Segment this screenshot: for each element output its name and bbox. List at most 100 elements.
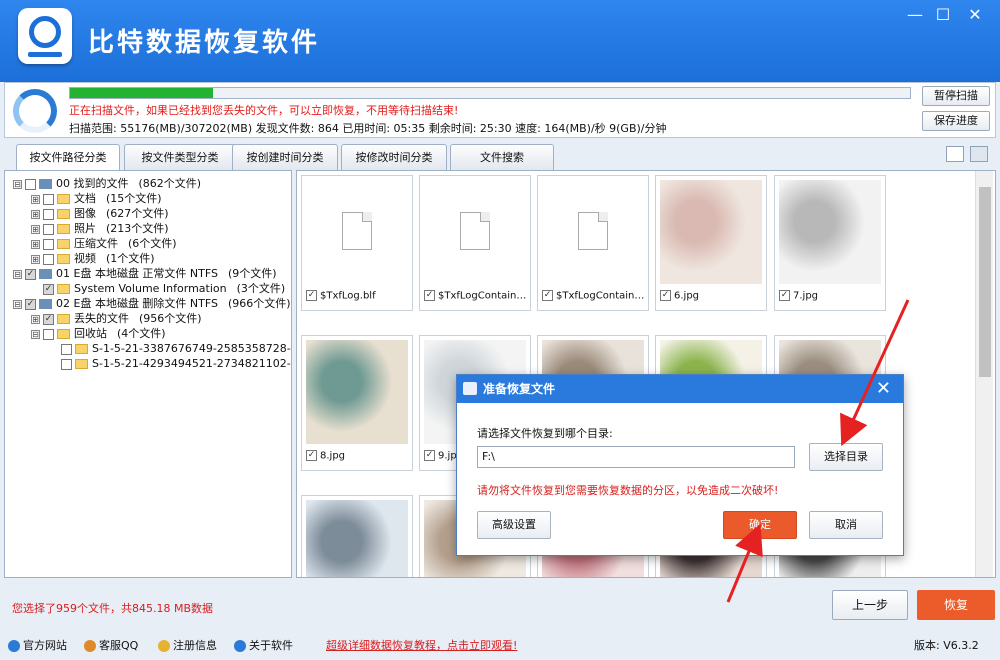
tree-item[interactable]: S-1-5-21-3387676749-2585358728-1696 xyxy=(49,341,291,356)
file-thumbnail[interactable] xyxy=(301,495,413,577)
grid-scroll-thumb[interactable] xyxy=(979,187,991,377)
tree-item[interactable]: ⊞ ✓ 丢失的文件 (956个文件) xyxy=(31,311,202,326)
footer-link-website[interactable]: 官方网站 xyxy=(8,637,67,653)
tree-item-label: S-1-5-21-3387676749-2585358728-1696 xyxy=(92,342,291,355)
tab-by-type[interactable]: 按文件类型分类 xyxy=(124,144,236,170)
tree-item[interactable]: ⊟ 回收站 (4个文件) xyxy=(31,326,166,341)
tab-by-path[interactable]: 按文件路径分类 xyxy=(16,144,120,171)
list-view-icon[interactable] xyxy=(946,146,964,162)
expand-toggle-icon[interactable]: ⊞ xyxy=(31,239,40,249)
close-button[interactable]: ✕ xyxy=(962,4,988,26)
tree-item-count: (15个文件) xyxy=(106,192,162,205)
tree-checkbox[interactable] xyxy=(43,208,54,220)
tree-item[interactable]: ⊟ ✓ 02 E盘 本地磁盘 删除文件 NTFS (966个文件) xyxy=(13,296,291,311)
tree-checkbox[interactable] xyxy=(43,223,54,235)
tree-checkbox[interactable]: ✓ xyxy=(25,298,36,310)
version-label: 版本: V6.3.2 xyxy=(914,639,979,652)
tree-item-count: (956个文件) xyxy=(139,312,202,325)
minimize-button[interactable]: — xyxy=(902,4,928,26)
recover-path-input[interactable]: F:\ xyxy=(477,446,795,468)
tree-checkbox[interactable] xyxy=(43,328,54,340)
tab-by-modified[interactable]: 按修改时间分类 xyxy=(341,144,447,170)
file-checkbox[interactable]: ✓ xyxy=(424,290,435,301)
tab-file-search[interactable]: 文件搜索 xyxy=(450,144,554,170)
file-thumbnail[interactable]: ✓ $TxfLog.blf xyxy=(301,175,413,311)
tree-item-label: 照片 xyxy=(74,222,96,235)
expand-toggle-icon[interactable]: ⊟ xyxy=(31,329,40,339)
file-thumbnail[interactable]: ✓ $TxfLogContainer... xyxy=(537,175,649,311)
file-thumbnail[interactable]: ✓ 6.jpg xyxy=(655,175,767,311)
expand-toggle-icon[interactable]: ⊞ xyxy=(31,224,40,234)
cancel-button[interactable]: 取消 xyxy=(809,511,883,539)
grid-scrollbar[interactable] xyxy=(975,171,993,577)
file-name-text: 8.jpg xyxy=(320,450,346,462)
thumbnail-image xyxy=(306,500,408,577)
tree-checkbox[interactable]: ✓ xyxy=(25,268,36,280)
maximize-button[interactable]: ☐ xyxy=(930,4,956,26)
tree-item-count: (4个文件) xyxy=(117,327,166,340)
folder-icon xyxy=(57,329,70,339)
tree-item-label: 压缩文件 xyxy=(74,237,118,250)
expand-toggle-icon[interactable]: ⊟ xyxy=(13,269,22,279)
file-thumbnail[interactable]: ✓ $TxfLogContainer... xyxy=(419,175,531,311)
tree-item[interactable]: ⊞ 照片 (213个文件) xyxy=(31,221,169,236)
footer-link-about[interactable]: 关于软件 xyxy=(234,637,293,653)
tree-item[interactable]: ⊟ 00 找到的文件 (862个文件) xyxy=(13,176,201,191)
file-checkbox[interactable]: ✓ xyxy=(779,290,790,301)
file-checkbox[interactable]: ✓ xyxy=(306,290,317,301)
expand-toggle-icon[interactable]: ⊞ xyxy=(31,314,40,324)
tree-item-count: (213个文件) xyxy=(106,222,169,235)
tree-item[interactable]: ⊟ ✓ 01 E盘 本地磁盘 正常文件 NTFS (9个文件) xyxy=(13,266,277,281)
drive-icon xyxy=(39,269,52,279)
thumbnail-image xyxy=(306,340,408,444)
key-icon xyxy=(158,640,170,652)
tree-item[interactable]: ✓ System Volume Information (3个文件) xyxy=(31,281,285,296)
file-checkbox[interactable]: ✓ xyxy=(424,450,435,461)
file-thumbnail[interactable]: ✓ 7.jpg xyxy=(774,175,886,311)
file-checkbox[interactable]: ✓ xyxy=(306,450,317,461)
tree-item[interactable]: S-1-5-21-4293494521-2734821102-1583 xyxy=(49,356,291,371)
tree-checkbox[interactable] xyxy=(25,178,36,190)
folder-icon xyxy=(57,314,70,324)
folder-tree: ⊟ 00 找到的文件 (862个文件) ⊞ 文档 (15个文件) ⊞ 图像 (627个文件) ⊞ 照… xyxy=(4,170,292,578)
thumbnail-image xyxy=(424,180,526,284)
dialog-title-text: 准备恢复文件 xyxy=(483,382,556,396)
confirm-button[interactable]: 确定 xyxy=(723,511,797,539)
tutorial-link[interactable]: 超级详细数据恢复教程，点击立即观看! xyxy=(326,637,517,653)
info-icon xyxy=(234,640,246,652)
expand-toggle-icon[interactable]: ⊞ xyxy=(31,194,40,204)
tree-item[interactable]: ⊞ 图像 (627个文件) xyxy=(31,206,169,221)
expand-toggle-icon[interactable]: ⊟ xyxy=(13,299,22,309)
dialog-close-icon[interactable]: ✕ xyxy=(876,377,891,401)
tree-checkbox[interactable]: ✓ xyxy=(43,283,54,295)
advanced-settings-button[interactable]: 高级设置 xyxy=(477,511,551,539)
tree-checkbox[interactable] xyxy=(61,358,72,370)
tree-checkbox[interactable]: ✓ xyxy=(43,313,54,325)
tree-checkbox[interactable] xyxy=(61,343,72,355)
save-progress-button[interactable]: 保存进度 xyxy=(922,111,990,131)
footer-link-qq[interactable]: 客服QQ xyxy=(84,637,138,653)
scan-progress-bar xyxy=(69,87,911,99)
thumbnail-image xyxy=(779,180,881,284)
expand-toggle-icon[interactable]: ⊟ xyxy=(13,179,22,189)
choose-directory-button[interactable]: 选择目录 xyxy=(809,443,883,471)
footer-link-register[interactable]: 注册信息 xyxy=(158,637,217,653)
thumbnail-view-icon[interactable] xyxy=(970,146,988,162)
recover-button[interactable]: 恢复 xyxy=(917,590,995,620)
file-checkbox[interactable]: ✓ xyxy=(542,290,553,301)
tree-item-label: 视频 xyxy=(74,252,96,265)
tree-item[interactable]: ⊞ 文档 (15个文件) xyxy=(31,191,162,206)
expand-toggle-icon[interactable]: ⊞ xyxy=(31,209,40,219)
expand-toggle-icon[interactable]: ⊞ xyxy=(31,254,40,264)
tree-checkbox[interactable] xyxy=(43,238,54,250)
tree-checkbox[interactable] xyxy=(43,253,54,265)
file-checkbox[interactable]: ✓ xyxy=(660,290,671,301)
pause-scan-button[interactable]: 暂停扫描 xyxy=(922,86,990,106)
tree-item[interactable]: ⊞ 视频 (1个文件) xyxy=(31,251,155,266)
tree-item[interactable]: ⊞ 压缩文件 (6个文件) xyxy=(31,236,177,251)
file-thumbnail[interactable]: ✓ 8.jpg xyxy=(301,335,413,471)
previous-step-button[interactable]: 上一步 xyxy=(832,590,908,620)
tree-checkbox[interactable] xyxy=(43,193,54,205)
tab-by-created[interactable]: 按创建时间分类 xyxy=(232,144,338,170)
folder-icon xyxy=(75,344,88,354)
